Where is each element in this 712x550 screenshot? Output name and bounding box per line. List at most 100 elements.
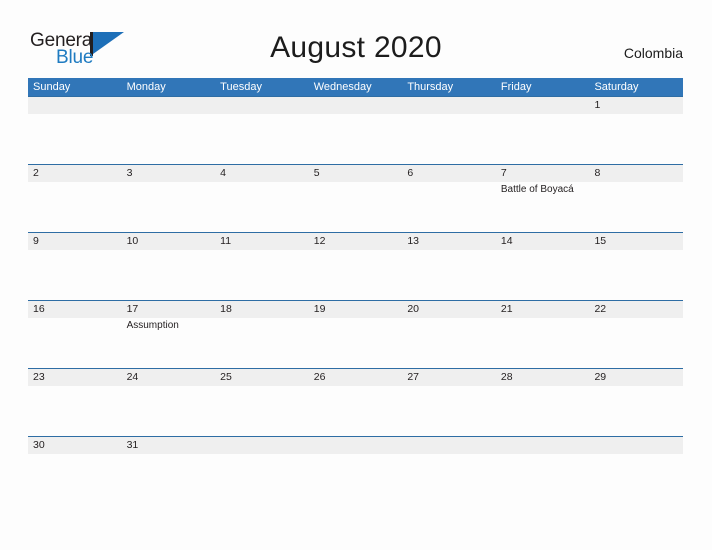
day-number[interactable]: 5 xyxy=(309,165,403,182)
week-row: 16 17 18 19 20 21 22 Assumption xyxy=(28,300,683,368)
day-number[interactable]: 10 xyxy=(122,233,216,250)
day-number[interactable]: 30 xyxy=(28,437,122,454)
day-number[interactable]: 19 xyxy=(309,301,403,318)
day-number[interactable]: 2 xyxy=(28,165,122,182)
day-event xyxy=(496,318,590,368)
day-event xyxy=(589,318,683,368)
day-number[interactable]: 18 xyxy=(215,301,309,318)
week-row: 9 10 11 12 13 14 15 xyxy=(28,232,683,300)
week-date-strip: 30 31 xyxy=(28,437,683,454)
day-event xyxy=(122,386,216,436)
week-row: 30 31 xyxy=(28,436,683,454)
day-event xyxy=(28,250,122,300)
day-event xyxy=(309,182,403,232)
week-event-strip: Assumption xyxy=(28,318,683,368)
day-number[interactable]: 22 xyxy=(589,301,683,318)
weekday-header-wednesday: Wednesday xyxy=(313,81,372,93)
day-event xyxy=(496,250,590,300)
day-event xyxy=(309,386,403,436)
day-number[interactable]: 28 xyxy=(496,369,590,386)
day-event xyxy=(28,114,122,164)
day-event xyxy=(402,182,496,232)
day-number[interactable] xyxy=(496,437,590,454)
day-number[interactable]: 26 xyxy=(309,369,403,386)
day-number[interactable] xyxy=(402,97,496,114)
day-number[interactable] xyxy=(309,97,403,114)
day-number[interactable] xyxy=(215,97,309,114)
day-event xyxy=(122,250,216,300)
day-event xyxy=(215,250,309,300)
week-row: 1 xyxy=(28,96,683,164)
day-event xyxy=(589,250,683,300)
day-number[interactable] xyxy=(309,437,403,454)
day-event xyxy=(28,386,122,436)
day-event xyxy=(496,386,590,436)
day-number[interactable] xyxy=(402,437,496,454)
weekday-header-saturday: Saturday xyxy=(594,81,639,93)
day-number[interactable]: 29 xyxy=(589,369,683,386)
day-event xyxy=(402,386,496,436)
day-number[interactable]: 13 xyxy=(402,233,496,250)
day-event xyxy=(122,114,216,164)
day-number[interactable] xyxy=(122,97,216,114)
day-event xyxy=(402,114,496,164)
week-date-strip: 9 10 11 12 13 14 15 xyxy=(28,233,683,250)
week-date-strip: 2 3 4 5 6 7 8 xyxy=(28,165,683,182)
day-event xyxy=(309,250,403,300)
day-event xyxy=(215,318,309,368)
week-event-strip: Battle of Boyacá xyxy=(28,182,683,232)
day-number[interactable]: 25 xyxy=(215,369,309,386)
day-number[interactable]: 4 xyxy=(215,165,309,182)
week-date-strip: 1 xyxy=(28,97,683,114)
day-event xyxy=(589,386,683,436)
week-row: 2 3 4 5 6 7 8 Battle of Boyacá xyxy=(28,164,683,232)
day-event xyxy=(215,386,309,436)
day-event xyxy=(122,182,216,232)
day-number[interactable]: 7 xyxy=(496,165,590,182)
weekday-header-sunday: Sunday xyxy=(33,81,71,93)
calendar-grid: Sunday Monday Tuesday Wednesday Thursday… xyxy=(28,78,683,454)
calendar-page: General Blue August 2020 Colombia Sunday… xyxy=(0,0,712,550)
day-event xyxy=(402,318,496,368)
day-event xyxy=(309,114,403,164)
day-number[interactable]: 9 xyxy=(28,233,122,250)
day-event xyxy=(28,182,122,232)
day-number[interactable]: 31 xyxy=(122,437,216,454)
day-number[interactable]: 12 xyxy=(309,233,403,250)
page-title: August 2020 xyxy=(270,31,442,64)
day-number[interactable]: 6 xyxy=(402,165,496,182)
weekday-header-thursday: Thursday xyxy=(407,81,454,93)
day-number[interactable] xyxy=(496,97,590,114)
day-number[interactable]: 23 xyxy=(28,369,122,386)
day-event xyxy=(402,250,496,300)
day-number[interactable]: 20 xyxy=(402,301,496,318)
weekday-header-tuesday: Tuesday xyxy=(220,81,262,93)
day-number[interactable]: 14 xyxy=(496,233,590,250)
day-number[interactable]: 17 xyxy=(122,301,216,318)
day-event xyxy=(589,182,683,232)
day-event xyxy=(496,114,590,164)
day-number[interactable] xyxy=(215,437,309,454)
day-number[interactable]: 24 xyxy=(122,369,216,386)
day-number[interactable]: 21 xyxy=(496,301,590,318)
day-event-holiday: Battle of Boyacá xyxy=(500,184,574,195)
week-row: 23 24 25 26 27 28 29 xyxy=(28,368,683,436)
week-date-strip: 23 24 25 26 27 28 29 xyxy=(28,369,683,386)
day-number[interactable]: 15 xyxy=(589,233,683,250)
day-number[interactable]: 8 xyxy=(589,165,683,182)
day-event xyxy=(215,182,309,232)
weekday-header-monday: Monday xyxy=(126,81,166,93)
day-number[interactable]: 11 xyxy=(215,233,309,250)
country-label: Colombia xyxy=(623,45,683,61)
day-number[interactable] xyxy=(28,97,122,114)
day-event xyxy=(589,114,683,164)
day-number[interactable]: 3 xyxy=(122,165,216,182)
day-number[interactable]: 16 xyxy=(28,301,122,318)
day-event xyxy=(28,318,122,368)
day-number[interactable]: 27 xyxy=(402,369,496,386)
day-number[interactable] xyxy=(589,437,683,454)
day-event xyxy=(215,114,309,164)
day-event xyxy=(309,318,403,368)
day-event-holiday: Assumption xyxy=(126,320,179,331)
day-number[interactable]: 1 xyxy=(589,97,683,114)
